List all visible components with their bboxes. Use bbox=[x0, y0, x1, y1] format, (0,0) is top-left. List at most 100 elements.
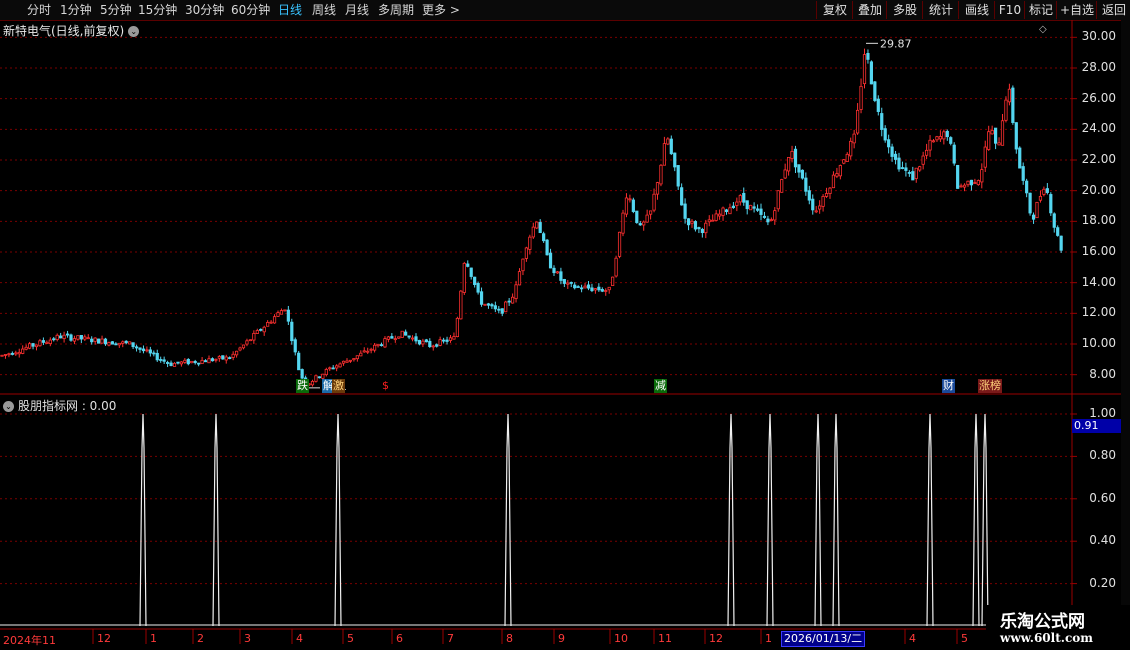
event-marker[interactable]: 减 bbox=[654, 379, 667, 393]
candle-body bbox=[52, 338, 56, 341]
candle-body bbox=[107, 342, 111, 346]
candle-body bbox=[914, 167, 918, 179]
candle-body bbox=[766, 218, 770, 223]
candle-body bbox=[55, 334, 59, 341]
candle-body bbox=[490, 304, 494, 307]
candle-body bbox=[293, 339, 297, 353]
candle-body bbox=[65, 333, 70, 336]
date-axis-label: 1 bbox=[765, 632, 772, 645]
candle-body bbox=[466, 263, 470, 267]
candle-body bbox=[911, 171, 915, 181]
candle-body bbox=[248, 339, 252, 342]
candle-body bbox=[1042, 188, 1046, 195]
candle-body bbox=[869, 61, 874, 85]
candle-body bbox=[676, 165, 680, 187]
indicator-spike bbox=[504, 413, 512, 627]
candle-body bbox=[607, 286, 611, 291]
candle-body bbox=[41, 340, 46, 343]
candle-body bbox=[421, 340, 425, 345]
candle-body bbox=[272, 316, 277, 324]
candle-body bbox=[228, 357, 232, 360]
price-axis-label: 26.00 bbox=[1081, 90, 1116, 105]
candle-body bbox=[148, 349, 152, 354]
side-panel-strip[interactable] bbox=[1121, 20, 1130, 610]
candle-body bbox=[783, 169, 787, 179]
candle-body bbox=[835, 173, 839, 177]
price-chart[interactable]: 29.877.14 bbox=[0, 0, 1130, 650]
candle-body bbox=[928, 139, 932, 151]
candle-body bbox=[497, 308, 501, 311]
candle-body bbox=[994, 127, 998, 144]
candle-body bbox=[117, 342, 121, 346]
candle-body bbox=[738, 195, 742, 203]
candle-body bbox=[873, 81, 877, 101]
event-marker[interactable]: 跌 bbox=[296, 379, 309, 393]
candle-body bbox=[190, 360, 194, 364]
candle-body bbox=[1021, 166, 1025, 181]
candle-body bbox=[221, 355, 225, 360]
event-marker[interactable]: 涨榜 bbox=[978, 379, 1002, 393]
candle-body bbox=[197, 362, 201, 365]
candle-body bbox=[528, 236, 532, 250]
candle-body bbox=[435, 344, 439, 347]
candle-body bbox=[983, 146, 987, 168]
candle-body bbox=[462, 262, 466, 293]
candle-body bbox=[655, 182, 660, 195]
indicator-title[interactable]: ⌄ 股朋指标网 : 0.00 bbox=[3, 397, 116, 414]
candle-body bbox=[824, 193, 829, 197]
candle-body bbox=[407, 335, 411, 338]
candle-body bbox=[800, 169, 805, 179]
watermark: 乐淘公式网 www.60lt.com bbox=[986, 605, 1130, 650]
candle-body bbox=[14, 352, 18, 355]
candle-body bbox=[1004, 99, 1008, 121]
indicator-axis-label: 0.40 bbox=[1089, 533, 1116, 548]
candle-body bbox=[548, 252, 553, 269]
candle-body bbox=[593, 288, 598, 291]
candle-body bbox=[48, 339, 52, 344]
candle-body bbox=[1000, 120, 1005, 146]
candle-body bbox=[83, 336, 87, 340]
candle-body bbox=[90, 338, 94, 343]
candle-body bbox=[552, 267, 556, 274]
event-marker[interactable]: 激 bbox=[332, 379, 345, 393]
date-axis-label: 2024年11 bbox=[3, 634, 56, 647]
event-marker[interactable]: 财 bbox=[942, 379, 955, 393]
price-axis-label: 8.00 bbox=[1089, 366, 1116, 381]
candle-body bbox=[669, 138, 673, 155]
candle-body bbox=[59, 335, 63, 339]
candle-body bbox=[897, 157, 901, 170]
candle-body bbox=[500, 308, 504, 314]
candle-body bbox=[376, 343, 380, 347]
candle-body bbox=[856, 109, 860, 134]
candle-body bbox=[704, 222, 708, 234]
candle-body bbox=[121, 341, 125, 344]
candle-body bbox=[1056, 227, 1060, 236]
candle-body bbox=[755, 208, 760, 211]
candle-body bbox=[714, 213, 718, 221]
watermark-title: 乐淘公式网 bbox=[1000, 612, 1085, 632]
candle-body bbox=[455, 317, 460, 338]
candle-body bbox=[97, 338, 101, 344]
date-axis-label: 7 bbox=[447, 632, 454, 645]
chevron-down-icon[interactable]: ⌄ bbox=[3, 401, 14, 412]
date-axis-label: 5 bbox=[347, 632, 354, 645]
date-axis-label: 6 bbox=[396, 632, 403, 645]
candle-body bbox=[452, 336, 456, 340]
candle-body bbox=[238, 347, 242, 351]
candle-body bbox=[624, 197, 629, 215]
candle-body bbox=[324, 368, 328, 376]
candle-body bbox=[317, 376, 322, 379]
candle-body bbox=[666, 138, 670, 145]
candle-body bbox=[417, 339, 422, 345]
candle-body bbox=[959, 185, 963, 188]
candle-body bbox=[859, 85, 863, 110]
candle-body bbox=[925, 149, 929, 156]
event-marker[interactable]: $ bbox=[381, 379, 390, 393]
high-price-label: 29.87 bbox=[880, 37, 912, 50]
candle-body bbox=[559, 271, 563, 281]
candle-body bbox=[707, 219, 711, 223]
candle-body bbox=[279, 310, 284, 315]
candle-body bbox=[735, 201, 739, 206]
candle-body bbox=[711, 219, 715, 222]
candle-body bbox=[1025, 180, 1029, 194]
